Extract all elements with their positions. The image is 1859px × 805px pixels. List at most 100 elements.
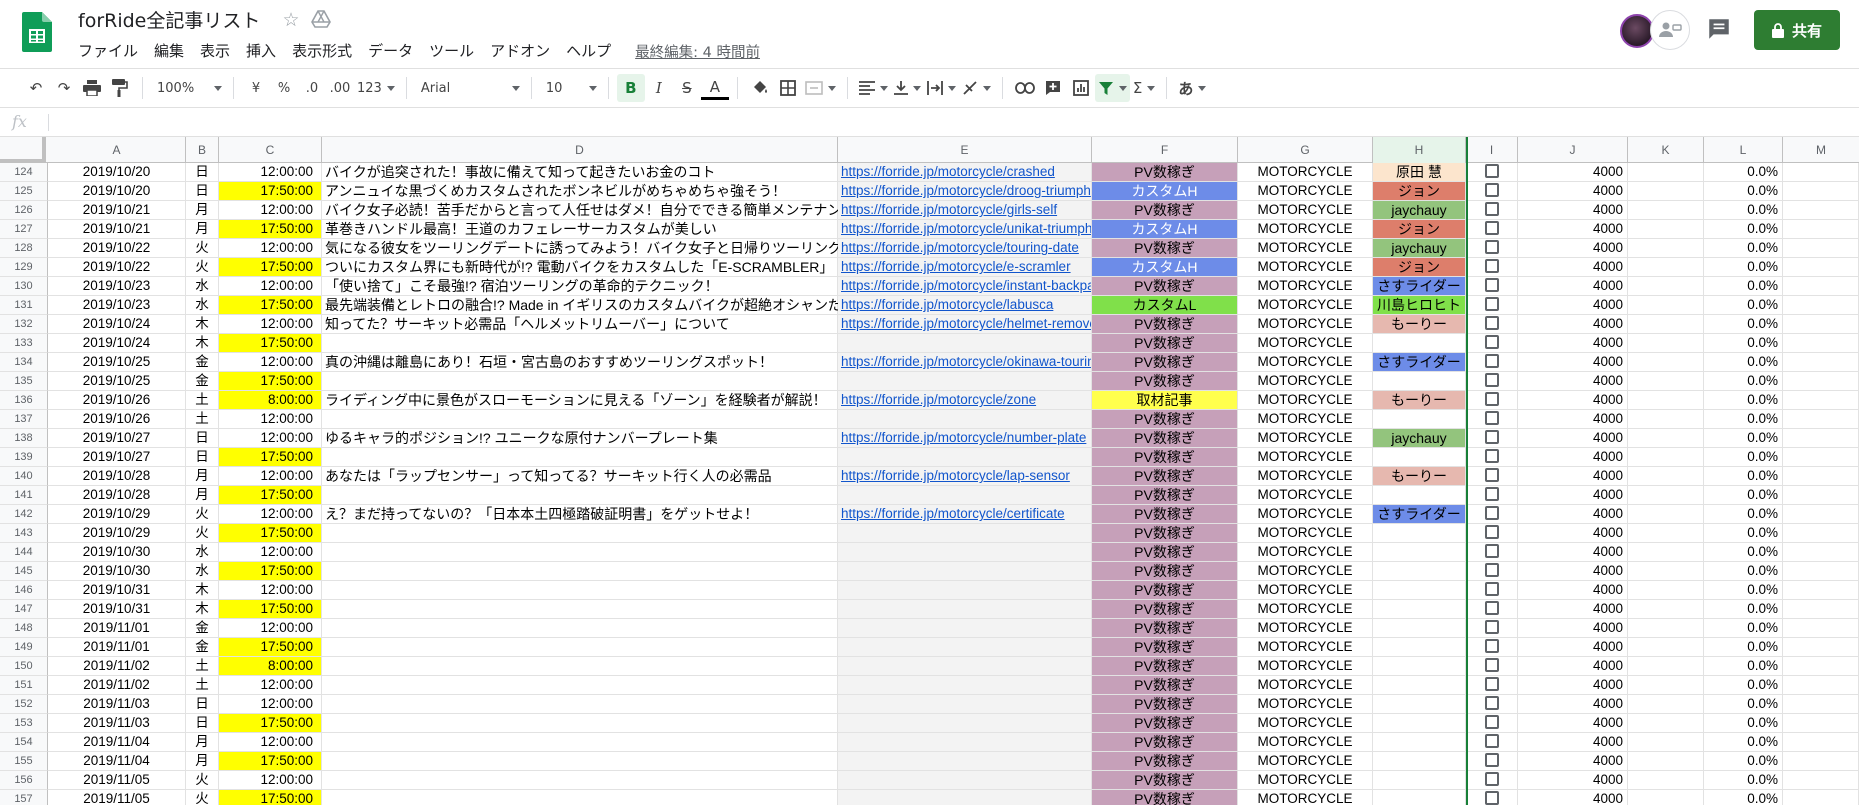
category-cell[interactable]: PV数稼ぎ [1092, 638, 1238, 657]
empty-cell[interactable] [1628, 581, 1704, 600]
checkbox[interactable] [1484, 563, 1499, 577]
category-cell[interactable]: PV数稼ぎ [1092, 315, 1238, 334]
title-cell[interactable] [322, 771, 838, 790]
value-cell[interactable]: 4000 [1518, 733, 1628, 752]
empty-cell[interactable] [1783, 657, 1859, 676]
time-cell[interactable]: 12:00:00 [219, 201, 322, 220]
author-cell[interactable]: jaychauy [1373, 429, 1466, 448]
time-cell[interactable]: 17:50:00 [219, 448, 322, 467]
empty-cell[interactable] [1628, 182, 1704, 201]
url-cell[interactable] [838, 638, 1092, 657]
date-cell[interactable]: 2019/10/23 [48, 296, 186, 315]
url-cell[interactable] [838, 562, 1092, 581]
empty-cell[interactable] [1783, 315, 1859, 334]
zoom-select[interactable]: 100% [151, 74, 225, 102]
row-number[interactable]: 136 [0, 391, 48, 410]
value-cell[interactable]: 4000 [1518, 771, 1628, 790]
checkbox[interactable] [1484, 354, 1499, 368]
empty-cell[interactable] [1783, 771, 1859, 790]
rate-cell[interactable]: 0.0% [1704, 448, 1783, 467]
title-cell[interactable] [322, 676, 838, 695]
url-cell[interactable] [838, 334, 1092, 353]
time-cell[interactable]: 12:00:00 [219, 543, 322, 562]
date-cell[interactable]: 2019/11/03 [48, 695, 186, 714]
formula-input[interactable] [56, 108, 1836, 137]
weekday-cell[interactable]: 月 [186, 201, 219, 220]
article-link[interactable]: https://forride.jp/motorcycle/girls-self [841, 202, 1057, 217]
empty-cell[interactable] [1783, 220, 1859, 239]
avatar[interactable] [1620, 14, 1654, 48]
author-cell[interactable] [1373, 695, 1466, 714]
rate-cell[interactable]: 0.0% [1704, 657, 1783, 676]
site-cell[interactable]: MOTORCYCLE [1238, 657, 1373, 676]
date-cell[interactable]: 2019/11/01 [48, 619, 186, 638]
number-format-select[interactable]: 123 [354, 74, 398, 102]
time-cell[interactable]: 8:00:00 [219, 391, 322, 410]
checkbox-cell[interactable] [1466, 733, 1518, 752]
row-number[interactable]: 155 [0, 752, 48, 771]
url-cell[interactable] [838, 543, 1092, 562]
checkbox-cell[interactable] [1466, 410, 1518, 429]
checkbox-cell[interactable] [1466, 581, 1518, 600]
weekday-cell[interactable]: 火 [186, 239, 219, 258]
time-cell[interactable]: 17:50:00 [219, 714, 322, 733]
category-cell[interactable]: PV数稼ぎ [1092, 676, 1238, 695]
checkbox-cell[interactable] [1466, 524, 1518, 543]
weekday-cell[interactable]: 日 [186, 429, 219, 448]
category-cell[interactable]: PV数稼ぎ [1092, 486, 1238, 505]
empty-cell[interactable] [1628, 695, 1704, 714]
author-cell[interactable] [1373, 657, 1466, 676]
empty-cell[interactable] [1628, 296, 1704, 315]
empty-cell[interactable] [1628, 505, 1704, 524]
row-number[interactable]: 147 [0, 600, 48, 619]
site-cell[interactable]: MOTORCYCLE [1238, 676, 1373, 695]
weekday-cell[interactable]: 水 [186, 296, 219, 315]
checkbox[interactable] [1484, 715, 1499, 729]
date-cell[interactable]: 2019/10/22 [48, 239, 186, 258]
rate-cell[interactable]: 0.0% [1704, 486, 1783, 505]
insert-comment-icon[interactable] [1039, 74, 1067, 102]
site-cell[interactable]: MOTORCYCLE [1238, 543, 1373, 562]
weekday-cell[interactable]: 金 [186, 353, 219, 372]
time-cell[interactable]: 17:50:00 [219, 296, 322, 315]
site-cell[interactable]: MOTORCYCLE [1238, 695, 1373, 714]
print-icon[interactable] [78, 74, 106, 102]
empty-cell[interactable] [1783, 676, 1859, 695]
time-cell[interactable]: 12:00:00 [219, 315, 322, 334]
date-cell[interactable]: 2019/10/29 [48, 505, 186, 524]
menu-tools[interactable]: ツール [421, 38, 482, 63]
time-cell[interactable]: 17:50:00 [219, 752, 322, 771]
value-cell[interactable]: 4000 [1518, 391, 1628, 410]
rate-cell[interactable]: 0.0% [1704, 467, 1783, 486]
checkbox-cell[interactable] [1466, 657, 1518, 676]
checkbox[interactable] [1484, 601, 1499, 615]
category-cell[interactable]: PV数稼ぎ [1092, 752, 1238, 771]
author-cell[interactable] [1373, 486, 1466, 505]
site-cell[interactable]: MOTORCYCLE [1238, 182, 1373, 201]
rate-cell[interactable]: 0.0% [1704, 353, 1783, 372]
time-cell[interactable]: 17:50:00 [219, 524, 322, 543]
empty-cell[interactable] [1628, 429, 1704, 448]
menu-edit[interactable]: 編集 [146, 38, 192, 63]
value-cell[interactable]: 4000 [1518, 201, 1628, 220]
site-cell[interactable]: MOTORCYCLE [1238, 334, 1373, 353]
empty-cell[interactable] [1628, 372, 1704, 391]
empty-cell[interactable] [1628, 790, 1704, 805]
title-cell[interactable] [322, 638, 838, 657]
title-cell[interactable] [322, 790, 838, 805]
checkbox[interactable] [1484, 791, 1499, 805]
weekday-cell[interactable]: 日 [186, 182, 219, 201]
checkbox-cell[interactable] [1466, 258, 1518, 277]
url-cell[interactable] [838, 372, 1092, 391]
url-cell[interactable] [838, 771, 1092, 790]
weekday-cell[interactable]: 金 [186, 638, 219, 657]
author-cell[interactable] [1373, 410, 1466, 429]
author-cell[interactable] [1373, 372, 1466, 391]
site-cell[interactable]: MOTORCYCLE [1238, 258, 1373, 277]
column-header-j[interactable]: J [1518, 137, 1628, 163]
title-cell[interactable] [322, 581, 838, 600]
checkbox-cell[interactable] [1466, 790, 1518, 805]
author-cell[interactable] [1373, 638, 1466, 657]
weekday-cell[interactable]: 土 [186, 676, 219, 695]
weekday-cell[interactable]: 金 [186, 372, 219, 391]
